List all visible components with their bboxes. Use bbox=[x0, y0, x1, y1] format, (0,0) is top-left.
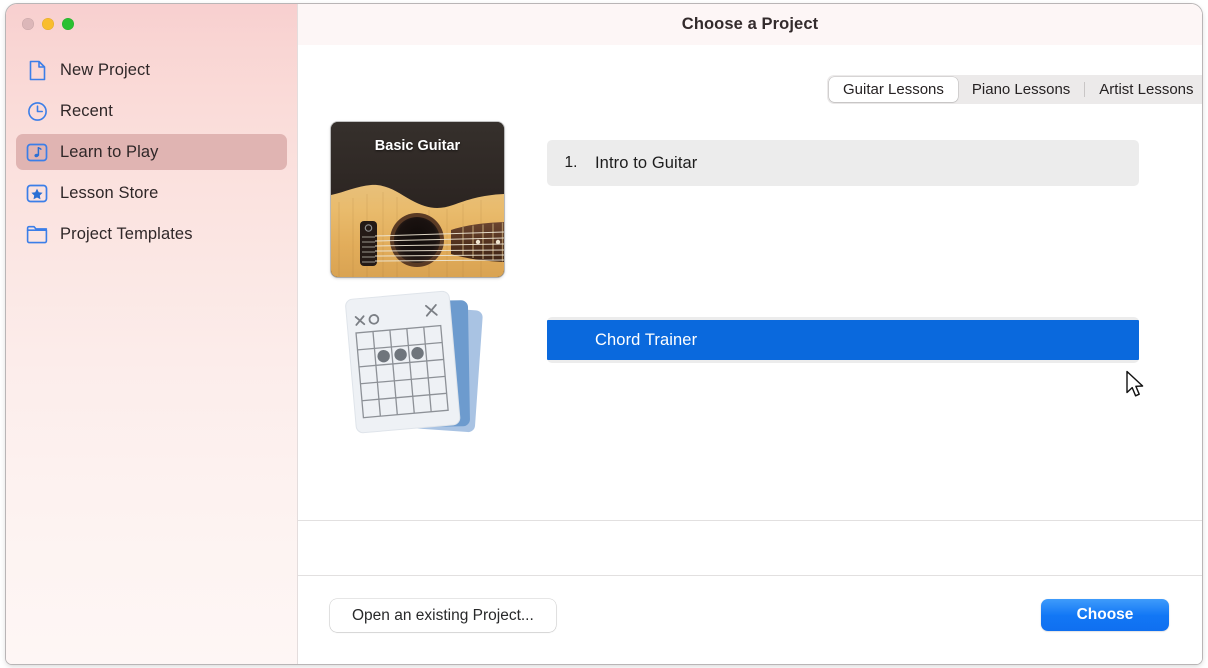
open-existing-project-button[interactable]: Open an existing Project... bbox=[330, 599, 556, 632]
titlebar: Choose a Project bbox=[298, 4, 1202, 45]
music-note-icon bbox=[26, 141, 48, 163]
tab-piano-lessons[interactable]: Piano Lessons bbox=[958, 77, 1084, 102]
window-controls bbox=[22, 18, 74, 30]
lesson-row-intro-to-guitar[interactable]: 1. Intro to Guitar bbox=[547, 140, 1139, 186]
lesson-thumbnail-basic-guitar[interactable]: Basic Guitar bbox=[331, 122, 504, 277]
zoom-button[interactable] bbox=[62, 18, 74, 30]
content-area: Guitar Lessons Piano Lessons Artist Less… bbox=[298, 45, 1202, 664]
choose-project-window: New Project Recent Learn to Play Lesson … bbox=[6, 4, 1202, 664]
sidebar-item-new-project[interactable]: New Project bbox=[16, 52, 287, 88]
sidebar-item-label: Recent bbox=[60, 101, 113, 120]
thumbnail-title: Basic Guitar bbox=[374, 138, 461, 154]
close-button[interactable] bbox=[22, 18, 34, 30]
star-icon bbox=[26, 182, 48, 204]
sidebar-item-project-templates[interactable]: Project Templates bbox=[16, 216, 287, 252]
main-panel: Choose a Project Guitar Lessons Piano Le… bbox=[298, 4, 1202, 664]
sidebar-item-lesson-store[interactable]: Lesson Store bbox=[16, 175, 287, 211]
sidebar-item-learn-to-play[interactable]: Learn to Play bbox=[16, 134, 287, 170]
minimize-button[interactable] bbox=[42, 18, 54, 30]
lesson-row-chord-trainer[interactable]: Chord Trainer bbox=[547, 317, 1139, 363]
open-existing-project-label: Open an existing Project... bbox=[352, 606, 534, 624]
choose-button-label: Choose bbox=[1076, 606, 1134, 623]
clock-icon bbox=[26, 100, 48, 122]
sidebar-item-label: Learn to Play bbox=[60, 142, 159, 161]
choose-button[interactable]: Choose bbox=[1041, 599, 1169, 631]
lesson-category-tabs: Guitar Lessons Piano Lessons Artist Less… bbox=[827, 75, 1202, 104]
content-divider-top bbox=[298, 520, 1202, 521]
folder-icon bbox=[26, 223, 48, 245]
tab-artist-lessons[interactable]: Artist Lessons bbox=[1085, 77, 1202, 102]
footer-bar: Open an existing Project... Choose bbox=[298, 573, 1202, 664]
document-icon bbox=[26, 59, 48, 81]
tab-label: Artist Lessons bbox=[1099, 81, 1194, 98]
lesson-row-title: Intro to Guitar bbox=[595, 153, 698, 172]
lesson-row-title: Chord Trainer bbox=[595, 330, 698, 349]
tab-label: Guitar Lessons bbox=[843, 81, 944, 98]
sidebar-item-label: Project Templates bbox=[60, 224, 193, 243]
sidebar-item-recent[interactable]: Recent bbox=[16, 93, 287, 129]
sidebar-list: New Project Recent Learn to Play Lesson … bbox=[6, 52, 297, 257]
tab-guitar-lessons[interactable]: Guitar Lessons bbox=[829, 77, 958, 102]
lesson-row-number: 1. bbox=[564, 154, 578, 171]
sidebar: New Project Recent Learn to Play Lesson … bbox=[6, 4, 298, 664]
sidebar-item-label: New Project bbox=[60, 60, 151, 79]
tab-label: Piano Lessons bbox=[971, 81, 1071, 98]
mouse-cursor bbox=[1125, 370, 1147, 400]
page-title: Choose a Project bbox=[681, 15, 819, 33]
lesson-thumbnail-chord-trainer[interactable] bbox=[331, 285, 504, 440]
sidebar-item-label: Lesson Store bbox=[60, 183, 159, 202]
